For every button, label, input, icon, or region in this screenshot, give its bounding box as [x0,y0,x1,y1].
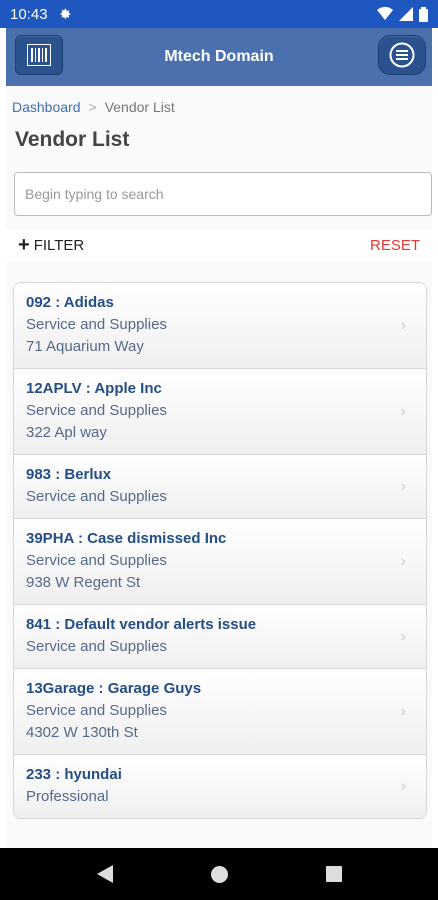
app-title: Mtech Domain [164,48,274,65]
page-title: Vendor List [15,128,130,151]
vendor-category: Service and Supplies [26,702,167,719]
barcode-icon [27,44,51,66]
chevron-right-icon: › [400,552,406,570]
vendor-address: 4302 W 130th St [26,724,138,741]
vendor-list: 092 : Adidas Service and Supplies 71 Aqu… [13,282,427,819]
vendor-name: 12APLV : Apple Inc [26,380,162,397]
battery-icon [419,6,428,22]
gear-icon [60,8,70,19]
breadcrumb-current: Vendor List [104,99,175,115]
vendor-name: 983 : Berlux [26,466,112,483]
signal-icon [399,7,413,21]
vendor-name: 233 : hyundai [26,766,122,783]
vendor-row[interactable]: 983 : Berlux Service and Supplies › [14,454,426,518]
chevron-right-icon: › [400,702,406,720]
recents-icon[interactable] [325,866,342,882]
status-bar: 10:43 [0,0,438,28]
breadcrumb: Dashboard > Vendor List [12,99,175,115]
app-header: Mtech Domain [6,28,432,86]
filter-bar: + FILTER RESET [6,229,432,261]
reset-button[interactable]: RESET [370,237,420,254]
status-time: 10:43 [10,5,48,23]
vendor-row[interactable]: 841 : Default vendor alerts issue Servic… [14,604,426,668]
vendor-name: 092 : Adidas [26,294,114,311]
breadcrumb-dashboard-link[interactable]: Dashboard [12,99,81,115]
vendor-address: 71 Aquarium Way [26,338,144,355]
system-nav-bar [0,848,438,900]
vendor-name: 39PHA : Case dismissed Inc [26,530,227,547]
vendor-address: 322 Apl way [26,424,107,441]
back-icon[interactable] [96,865,113,883]
vendor-row[interactable]: 233 : hyundai Professional › [14,754,426,818]
chevron-right-icon: › [400,477,406,495]
vendor-row[interactable]: 12APLV : Apple Inc Service and Supplies … [14,368,426,454]
filter-button[interactable]: + FILTER [18,235,84,255]
vendor-category: Service and Supplies [26,638,167,655]
vendor-category: Service and Supplies [26,316,167,333]
wifi-icon [377,7,393,20]
vendor-row[interactable]: 13Garage : Garage Guys Service and Suppl… [14,668,426,754]
vendor-row[interactable]: 092 : Adidas Service and Supplies 71 Aqu… [14,283,426,368]
menu-icon [389,42,415,68]
menu-button[interactable] [378,35,426,75]
vendor-address: 938 W Regent St [26,574,141,591]
vendor-category: Service and Supplies [26,402,167,419]
vendor-row[interactable]: 39PHA : Case dismissed Inc Service and S… [14,518,426,604]
vendor-name: 841 : Default vendor alerts issue [26,616,257,633]
breadcrumb-separator: > [88,99,97,115]
vendor-category: Professional [26,788,109,805]
chevron-right-icon: › [400,627,406,645]
vendor-category: Service and Supplies [26,552,167,569]
plus-icon: + [18,234,30,256]
chevron-right-icon: › [400,777,406,795]
chevron-right-icon: › [400,316,406,334]
main-content: Dashboard > Vendor List Vendor List + FI… [6,86,432,848]
search-input[interactable] [14,172,432,216]
vendor-category: Service and Supplies [26,488,167,505]
vendor-name: 13Garage : Garage Guys [26,680,202,697]
chevron-right-icon: › [400,402,406,420]
filter-label: FILTER [33,236,85,254]
home-icon[interactable] [210,865,228,883]
barcode-scan-button[interactable] [15,35,63,75]
